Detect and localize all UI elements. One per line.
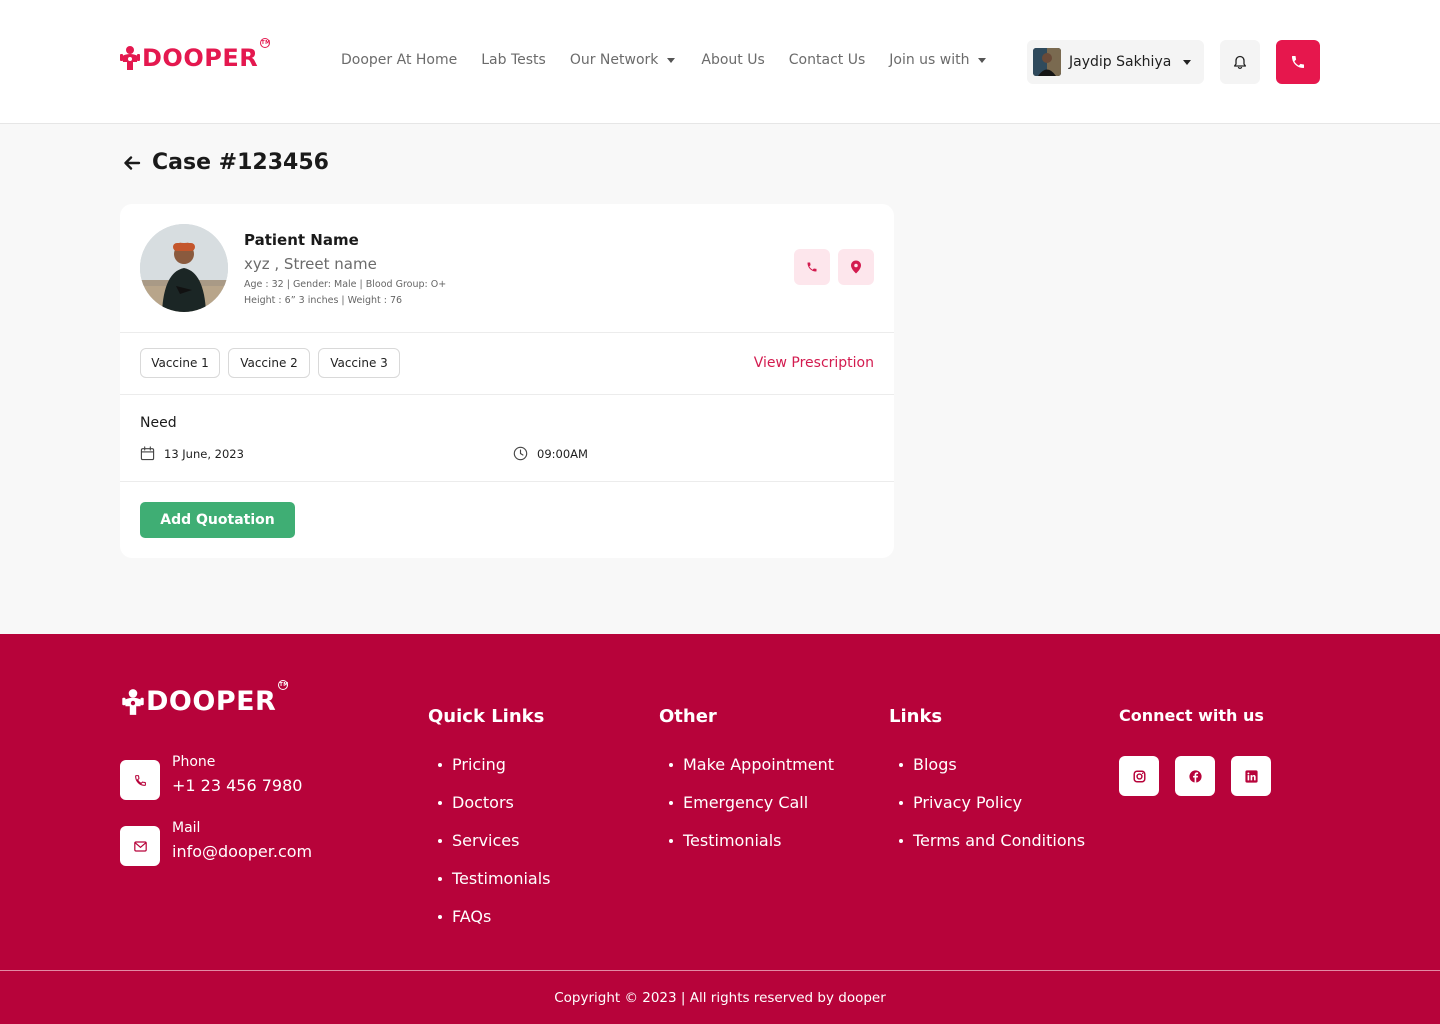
logo-mark-icon bbox=[122, 688, 144, 715]
patient-name: Patient Name bbox=[244, 231, 359, 249]
phone-icon-box[interactable] bbox=[120, 760, 160, 800]
mail-value[interactable]: info@dooper.com bbox=[172, 842, 312, 861]
call-button[interactable] bbox=[1276, 40, 1320, 84]
vaccine-chip[interactable]: Vaccine 1 bbox=[140, 348, 220, 378]
mail-icon-box[interactable] bbox=[120, 826, 160, 866]
nav-label: Join us with bbox=[889, 52, 970, 68]
nav-dooper-at-home[interactable]: Dooper At Home bbox=[341, 52, 457, 68]
copyright-text: Copyright © 2023 | All rights reserved b… bbox=[554, 990, 886, 1006]
linkedin-icon bbox=[1244, 769, 1258, 783]
logo-text: DOOPER TM bbox=[146, 680, 289, 717]
instagram-button[interactable] bbox=[1119, 756, 1159, 796]
nav-about-us[interactable]: About Us bbox=[701, 52, 764, 68]
chevron-down-icon bbox=[978, 58, 987, 63]
mail-label: Mail bbox=[172, 820, 201, 836]
phone-label: Phone bbox=[172, 754, 216, 770]
calendar-icon bbox=[140, 446, 155, 461]
linkedin-button[interactable] bbox=[1231, 756, 1271, 796]
footer-link-terms[interactable]: Terms and Conditions bbox=[889, 831, 1085, 869]
quick-links-title: Quick Links bbox=[428, 706, 545, 727]
footer-link-make-appointment[interactable]: Make Appointment bbox=[659, 755, 834, 793]
footer-logo[interactable]: DOOPER TM bbox=[122, 680, 289, 717]
facebook-button[interactable] bbox=[1175, 756, 1215, 796]
call-patient-button[interactable] bbox=[794, 249, 830, 285]
nav-lab-tests[interactable]: Lab Tests bbox=[481, 52, 546, 68]
patient-address: xyz , Street name bbox=[244, 255, 377, 273]
nav-join-us-with[interactable]: Join us with bbox=[889, 52, 987, 68]
patient-avatar bbox=[140, 224, 228, 312]
footer-link-blogs[interactable]: Blogs bbox=[889, 755, 1085, 793]
footer-link-doctors[interactable]: Doctors bbox=[428, 793, 551, 831]
footer-divider bbox=[0, 970, 1440, 971]
chevron-down-icon bbox=[667, 58, 676, 63]
footer-mail: Mail info@dooper.com bbox=[120, 820, 312, 866]
date-value: 13 June, 2023 bbox=[164, 446, 244, 461]
footer-link-privacy-policy[interactable]: Privacy Policy bbox=[889, 793, 1085, 831]
phone-value[interactable]: +1 23 456 7980 bbox=[172, 776, 302, 795]
vaccine-list: Vaccine 1 Vaccine 2 Vaccine 3 View Presc… bbox=[120, 333, 894, 395]
time-value: 09:00AM bbox=[537, 446, 588, 461]
facebook-icon bbox=[1188, 769, 1202, 783]
user-name: Jaydip Sakhiya bbox=[1069, 54, 1172, 70]
view-prescription-link[interactable]: View Prescription bbox=[754, 355, 874, 371]
dooper-logo[interactable]: DOOPER TM bbox=[120, 38, 271, 72]
phone-icon bbox=[134, 774, 146, 786]
quick-links-column: Quick Links Pricing Doctors Services Tes… bbox=[428, 706, 551, 945]
chevron-down-icon bbox=[1183, 59, 1192, 65]
arrow-left-icon[interactable] bbox=[122, 153, 142, 173]
nav-label: Dooper At Home bbox=[341, 52, 458, 68]
nav-label: Contact Us bbox=[788, 52, 866, 68]
logo-mark-icon bbox=[120, 46, 140, 70]
case-title: Case #123456 bbox=[152, 150, 329, 175]
instagram-icon bbox=[1132, 769, 1146, 783]
logo-text: DOOPER TM bbox=[142, 38, 271, 72]
other-title: Other bbox=[659, 706, 717, 727]
footer-link-testimonials[interactable]: Testimonials bbox=[659, 831, 834, 869]
vaccine-chip[interactable]: Vaccine 2 bbox=[228, 348, 310, 378]
page-title: Case #123456 bbox=[122, 150, 329, 175]
footer-link-services[interactable]: Services bbox=[428, 831, 551, 869]
nav-label: Lab Tests bbox=[481, 52, 546, 68]
nav-label: Our Network bbox=[569, 52, 659, 68]
patient-photo-image bbox=[140, 224, 228, 312]
other-column: Other Make Appointment Emergency Call Te… bbox=[659, 706, 834, 869]
main-nav: Dooper At Home Lab Tests Our Network Abo… bbox=[341, 52, 1010, 68]
nav-label: About Us bbox=[701, 52, 765, 68]
need-label: Need bbox=[140, 415, 177, 431]
bell-icon bbox=[1233, 55, 1247, 69]
need-time: 09:00AM bbox=[513, 446, 588, 461]
need-section: Need 13 June, 2023 09:00AM bbox=[120, 395, 894, 482]
footer-link-pricing[interactable]: Pricing bbox=[428, 755, 551, 793]
clock-icon bbox=[513, 446, 528, 461]
phone-icon bbox=[1292, 56, 1304, 68]
nav-our-network[interactable]: Our Network bbox=[570, 52, 676, 68]
avatar-image bbox=[1033, 48, 1061, 76]
trademark-badge: TM bbox=[278, 680, 289, 690]
patient-vitals: Age : 32 | Gender: Male | Blood Group: O… bbox=[244, 279, 447, 290]
footer-link-emergency-call[interactable]: Emergency Call bbox=[659, 793, 834, 831]
notifications-button[interactable] bbox=[1220, 40, 1260, 84]
patient-location-button[interactable] bbox=[838, 249, 874, 285]
links-title: Links bbox=[889, 706, 943, 727]
add-quotation-button[interactable]: Add Quotation bbox=[140, 502, 295, 538]
mail-icon bbox=[133, 840, 147, 852]
need-date: 13 June, 2023 bbox=[140, 446, 244, 461]
user-menu[interactable]: Jaydip Sakhiya bbox=[1027, 40, 1204, 84]
patient-info: Patient Name xyz , Street name Age : 32 … bbox=[120, 204, 894, 333]
phone-icon bbox=[807, 262, 817, 272]
footer-link-testimonials[interactable]: Testimonials bbox=[428, 869, 551, 907]
footer: DOOPER TM Phone +1 23 456 7980 Mail info@… bbox=[0, 634, 1440, 1024]
footer-phone: Phone +1 23 456 7980 bbox=[120, 754, 302, 800]
nav-contact-us[interactable]: Contact Us bbox=[789, 52, 865, 68]
location-pin-icon bbox=[851, 260, 861, 274]
avatar bbox=[1033, 48, 1061, 76]
patient-body-metrics: Height : 6” 3 inches | Weight : 76 bbox=[244, 295, 403, 306]
trademark-badge: TM bbox=[260, 38, 271, 48]
connect-title: Connect with us bbox=[1119, 706, 1264, 725]
footer-link-faqs[interactable]: FAQs bbox=[428, 907, 551, 945]
top-header: DOOPER TM Dooper At Home Lab Tests Our Ne… bbox=[0, 0, 1440, 124]
case-card: Patient Name xyz , Street name Age : 32 … bbox=[120, 204, 894, 558]
vaccine-chip[interactable]: Vaccine 3 bbox=[318, 348, 400, 378]
links-column: Links Blogs Privacy Policy Terms and Con… bbox=[889, 706, 1085, 869]
